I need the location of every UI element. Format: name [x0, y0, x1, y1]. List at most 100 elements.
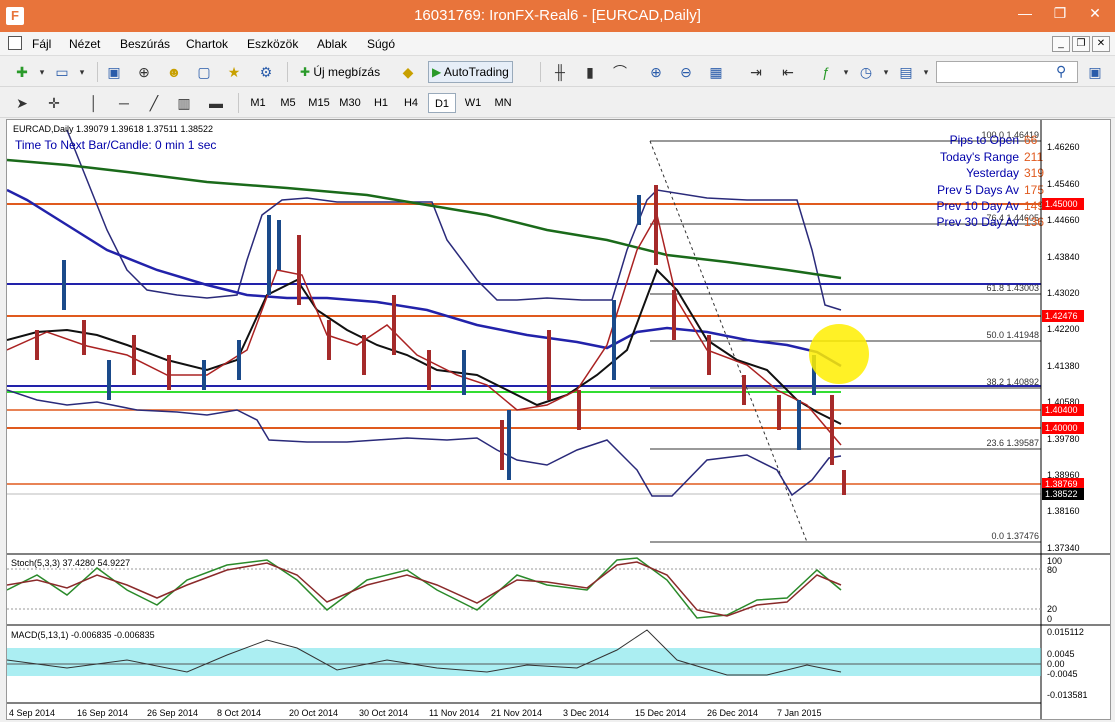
- level-tag: 1.38769: [1045, 479, 1078, 489]
- autotrading-button[interactable]: ▶ AutoTrading: [428, 61, 513, 83]
- mdi-restore-icon[interactable]: ❐: [1072, 36, 1090, 52]
- stat-label-prev-10: Prev 10 Day Av: [937, 199, 1020, 213]
- minimize-icon[interactable]: —: [1005, 0, 1045, 28]
- date-label: 3 Dec 2014: [563, 708, 609, 718]
- close-icon[interactable]: ✕: [1075, 0, 1115, 28]
- profiles-icon[interactable]: ▭: [52, 62, 72, 82]
- timeframe-m5[interactable]: M5: [274, 93, 302, 113]
- chart-shift-icon[interactable]: ⇥: [746, 62, 766, 82]
- price-label: 1.37340: [1047, 543, 1080, 553]
- indicators-icon[interactable]: ƒ: [816, 62, 836, 82]
- shapes-icon[interactable]: ▬: [206, 93, 226, 113]
- periods-dropdown-icon[interactable]: ▾: [876, 62, 896, 82]
- new-chart-icon[interactable]: ✚: [12, 62, 32, 82]
- chart-window-icon[interactable]: [8, 36, 22, 50]
- new-chart-dropdown-icon[interactable]: ▾: [32, 62, 52, 82]
- options-icon[interactable]: ⚙: [256, 62, 276, 82]
- drawing-toolbar: ➤ ✛ │ ─ ╱ ▥ ▬ M1 M5 M15 M30 H1 H4 D1 W1 …: [0, 88, 1115, 118]
- macd-pane[interactable]: MACD(5,13,1) -0.006835 -0.006835 0.01511…: [6, 627, 1088, 700]
- stat-label-todays-range: Today's Range: [940, 150, 1019, 164]
- equidistant-channel-icon[interactable]: ▥: [174, 93, 194, 113]
- menu-help[interactable]: Súgó: [367, 37, 395, 51]
- menu-window[interactable]: Ablak: [317, 37, 347, 51]
- date-label: 26 Dec 2014: [707, 708, 758, 718]
- price-pane[interactable]: [7, 120, 1041, 554]
- templates-icon[interactable]: ▤: [896, 62, 916, 82]
- autoscroll-icon[interactable]: ⇤: [778, 62, 798, 82]
- mdi-minimize-icon[interactable]: _: [1052, 36, 1070, 52]
- trendline-icon[interactable]: ╱: [144, 93, 164, 113]
- line-chart-icon[interactable]: ⌒: [610, 62, 630, 82]
- date-label: 30 Oct 2014: [359, 708, 408, 718]
- stat-label-prev-5: Prev 5 Days Av: [937, 183, 1019, 197]
- timeframe-h4[interactable]: H4: [397, 93, 425, 113]
- data-window-icon[interactable]: ⊕: [134, 62, 154, 82]
- date-label: 16 Sep 2014: [77, 708, 128, 718]
- vertical-line-icon[interactable]: │: [84, 93, 104, 113]
- tile-windows-icon[interactable]: ▦: [706, 62, 726, 82]
- toolbar-separator: [540, 62, 541, 82]
- cursor-icon[interactable]: ➤: [12, 93, 32, 113]
- timeframe-h1[interactable]: H1: [367, 93, 395, 113]
- macd-level-label: 0.0045: [1047, 649, 1075, 659]
- strategy-tester-icon[interactable]: ★: [224, 62, 244, 82]
- menu-charts[interactable]: Chartok: [186, 37, 228, 51]
- stoch-pane[interactable]: Stoch(5,3,3) 37.4280 54.9227 100 80 20 0: [6, 556, 1062, 624]
- menu-tools[interactable]: Eszközök: [247, 37, 298, 51]
- fib-label-0: 0.0 1.37476: [991, 531, 1039, 541]
- menu-file[interactable]: Fájl: [32, 37, 51, 51]
- market-watch-icon[interactable]: ▣: [104, 62, 124, 82]
- level-tag: 1.40000: [1045, 423, 1078, 433]
- search-icon[interactable]: ⚲: [1056, 63, 1066, 80]
- timeframe-d1[interactable]: D1: [428, 93, 456, 113]
- highlight-marker: [809, 324, 869, 384]
- timeframe-m30[interactable]: M30: [336, 93, 364, 113]
- timeframe-m1[interactable]: M1: [244, 93, 272, 113]
- profiles-dropdown-icon[interactable]: ▾: [72, 62, 92, 82]
- community-icon[interactable]: ▣: [1085, 62, 1105, 82]
- new-order-label: Új megbízás: [313, 65, 381, 79]
- level-tag: 1.40400: [1045, 405, 1078, 415]
- stat-label-prev-30: Prev 30 Day Av: [937, 215, 1020, 229]
- menu-view[interactable]: Nézet: [69, 37, 100, 51]
- level-tag: 1.42476: [1045, 311, 1078, 321]
- terminal-icon[interactable]: ▢: [194, 62, 214, 82]
- navigator-icon[interactable]: ☻: [164, 62, 184, 82]
- stoch-level-label: 20: [1047, 604, 1057, 614]
- timeframe-m15[interactable]: M15: [305, 93, 333, 113]
- window-title: 16031769: IronFX-Real6 - [EURCAD,Daily]: [414, 7, 701, 24]
- crosshair-icon[interactable]: ✛: [44, 93, 64, 113]
- timeframe-mn[interactable]: MN: [489, 93, 517, 113]
- horizontal-line-icon[interactable]: ─: [114, 93, 134, 113]
- stoch-level-label: 80: [1047, 565, 1057, 575]
- periods-icon[interactable]: ◷: [856, 62, 876, 82]
- price-label: 1.43020: [1047, 288, 1080, 298]
- templates-dropdown-icon[interactable]: ▾: [916, 62, 936, 82]
- meta-editor-icon[interactable]: ◆: [398, 62, 418, 82]
- new-order-button[interactable]: ✚ Új megbízás: [296, 61, 384, 83]
- autotrading-label: AutoTrading: [443, 65, 509, 79]
- mdi-close-icon[interactable]: ✕: [1092, 36, 1110, 52]
- bar-chart-icon[interactable]: ╫: [550, 62, 570, 82]
- maximize-icon[interactable]: ❐: [1040, 0, 1080, 28]
- price-label: 1.41380: [1047, 361, 1080, 371]
- zoom-out-icon[interactable]: ⊖: [676, 62, 696, 82]
- timeframe-w1[interactable]: W1: [459, 93, 487, 113]
- chart-canvas[interactable]: 100.0 1.46419 76.4 1.44605 61.8 1.43003 …: [6, 120, 1110, 719]
- zoom-in-icon[interactable]: ⊕: [646, 62, 666, 82]
- stat-label-pips-to-open: Pips to Open: [950, 133, 1019, 147]
- current-price-tag: 1.38522: [1045, 489, 1078, 499]
- stoch-signal-line: [6, 561, 842, 617]
- menu-insert[interactable]: Beszúrás: [120, 37, 170, 51]
- date-label: 11 Nov 2014: [429, 708, 479, 718]
- indicators-dropdown-icon[interactable]: ▾: [836, 62, 856, 82]
- macd-level-label: 0.015112: [1047, 627, 1084, 637]
- date-label: 4 Sep 2014: [9, 708, 55, 718]
- new-order-icon: ✚: [300, 65, 314, 79]
- chart-window[interactable]: 100.0 1.46419 76.4 1.44605 61.8 1.43003 …: [6, 119, 1111, 720]
- macd-header: MACD(5,13,1) -0.006835 -0.006835: [11, 630, 155, 640]
- standard-toolbar: ✚ ▾ ▭ ▾ ▣ ⊕ ☻ ▢ ★ ⚙ ✚ Új megbízás ◆ ▶ Au…: [0, 57, 1115, 87]
- date-label: 15 Dec 2014: [635, 708, 686, 718]
- fib-label-38: 38.2 1.40892: [986, 377, 1039, 387]
- candlestick-icon[interactable]: ▮: [580, 62, 600, 82]
